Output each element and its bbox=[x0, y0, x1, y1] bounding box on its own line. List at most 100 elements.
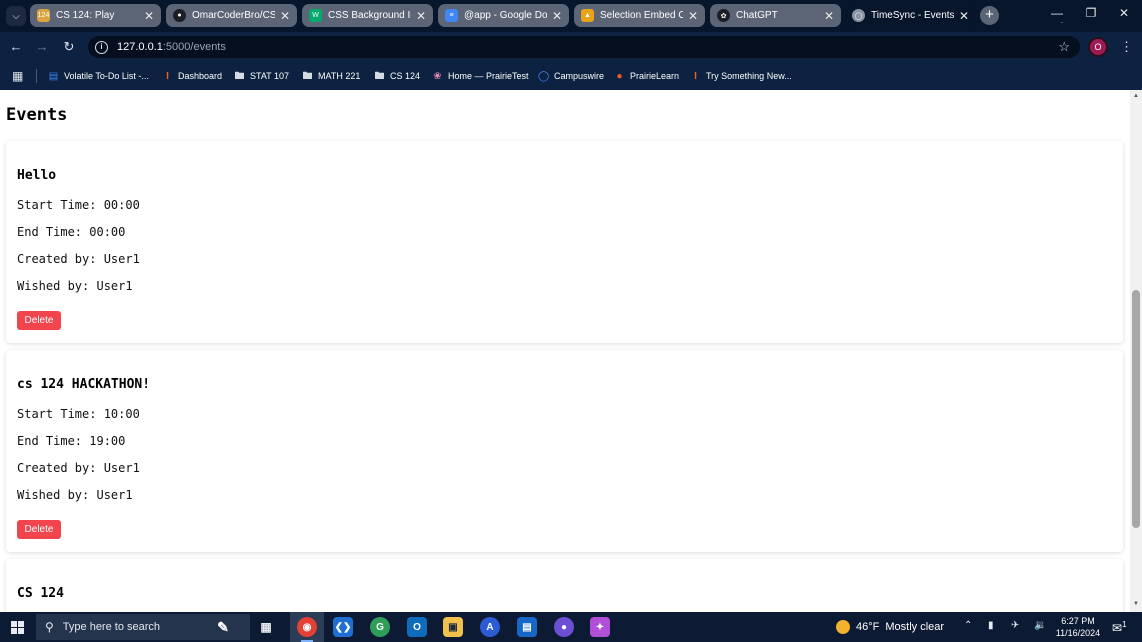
event-card: cs 124 HACKATHON! Start Time: 10:00 End … bbox=[6, 350, 1123, 552]
word-icon[interactable]: ▤ bbox=[517, 617, 537, 637]
chrome-icon[interactable]: ◉ bbox=[297, 617, 317, 637]
clock-date: 11/16/2024 bbox=[1055, 628, 1101, 638]
notification-icon[interactable]: ✉1 bbox=[1112, 620, 1127, 635]
tab-timesync-events[interactable]: ◯ TimeSync - Events ✕ bbox=[845, 4, 976, 27]
bookmark-dashboard[interactable]: I Dashboard bbox=[162, 68, 222, 84]
discord-icon[interactable]: ● bbox=[554, 617, 574, 637]
battery-icon[interactable]: ▮ bbox=[988, 620, 994, 631]
bookmark-cs124[interactable]: 🖿 CS 124 bbox=[374, 68, 421, 84]
profile-avatar[interactable]: O bbox=[1088, 37, 1108, 57]
weather-description: Mostly clear bbox=[885, 621, 945, 633]
scroll-down-icon[interactable]: ▼ bbox=[1132, 601, 1140, 607]
close-icon[interactable]: ✕ bbox=[551, 9, 563, 23]
url-path: :5000/events bbox=[162, 41, 226, 53]
weather-icon bbox=[836, 620, 850, 634]
task-view-icon[interactable]: ▦ bbox=[256, 617, 276, 637]
close-icon[interactable]: ✕ bbox=[687, 9, 699, 23]
clock-time: 6:27 PM bbox=[1061, 616, 1095, 626]
bookmark-star-icon[interactable]: ☆ bbox=[1058, 39, 1070, 55]
bookmark-math221[interactable]: 🖿 MATH 221 bbox=[302, 68, 361, 84]
google-docs-icon: ≡ bbox=[445, 9, 458, 22]
event-end-time: End Time: 19:00 bbox=[17, 434, 126, 448]
bookmark-campuswire[interactable]: ◯ Campuswire bbox=[538, 68, 604, 84]
search-highlight-icon: ✎ bbox=[217, 618, 229, 635]
chrome-profile-icon[interactable]: G bbox=[370, 617, 390, 637]
w3schools-icon: W bbox=[309, 9, 322, 22]
folder-icon: 🖿 bbox=[374, 70, 385, 82]
bookmark-try-something-new[interactable]: I Try Something New... bbox=[690, 68, 792, 84]
tab-cs124-play[interactable]: 124 CS 124: Play ✕ bbox=[30, 4, 161, 27]
event-card: Hello Start Time: 00:00 End Time: 00:00 … bbox=[6, 141, 1123, 343]
outlook-icon[interactable]: O bbox=[407, 617, 427, 637]
delete-button[interactable]: Delete bbox=[17, 520, 61, 539]
tab-selection-embed[interactable]: ▲ Selection Embed Cop ✕ bbox=[574, 4, 705, 27]
page-scrollbar[interactable]: ▲ ▼ bbox=[1130, 90, 1142, 612]
event-start-time: Start Time: 00:00 bbox=[17, 198, 140, 212]
browser-menu-icon[interactable]: ⋮ bbox=[1120, 39, 1133, 55]
minimize-icon[interactable]: — bbox=[1047, 6, 1067, 20]
event-end-time: End Time: 00:00 bbox=[17, 225, 126, 239]
vscode-icon[interactable]: ❮❯ bbox=[333, 617, 353, 637]
site-info-icon[interactable]: i bbox=[95, 40, 108, 54]
github-icon: ● bbox=[173, 9, 186, 22]
tab-css-background[interactable]: W CSS Background Ima ✕ bbox=[302, 4, 433, 27]
notification-count: 1 bbox=[1122, 620, 1127, 629]
prairielearn-icon: ● bbox=[616, 70, 623, 82]
close-icon[interactable]: ✕ bbox=[415, 9, 427, 23]
tab-chatgpt[interactable]: ✿ ChatGPT ✕ bbox=[710, 4, 841, 27]
close-icon[interactable]: ✕ bbox=[279, 9, 291, 23]
folder-icon: 🖿 bbox=[302, 70, 313, 82]
illinois-icon: I bbox=[694, 70, 697, 82]
illinois-icon: I bbox=[166, 70, 169, 82]
copilot-icon[interactable]: ✦ bbox=[590, 617, 610, 637]
close-icon[interactable]: ✕ bbox=[143, 9, 155, 23]
cs124-icon: 124 bbox=[37, 9, 50, 22]
event-wished-by: Wished by: User1 bbox=[17, 488, 133, 502]
event-start-time: Start Time: 10:00 bbox=[17, 407, 140, 421]
scrollbar-thumb[interactable] bbox=[1132, 290, 1140, 528]
app-store-icon[interactable]: A bbox=[480, 617, 500, 637]
close-icon[interactable]: ✕ bbox=[823, 9, 835, 23]
browser-tab-strip: ⌵ 124 CS 124: Play ✕ ● OmarCoderBro/CS-1… bbox=[0, 0, 1142, 32]
windows-start-icon[interactable] bbox=[11, 621, 24, 634]
bookmark-prairietest[interactable]: ❀ Home — PrairieTest bbox=[432, 68, 528, 84]
bookmark-volatile-todo[interactable]: ▤ Volatile To-Do List -... bbox=[48, 68, 149, 84]
address-bar[interactable]: i 127.0.0.1:5000/events ☆ bbox=[88, 36, 1080, 58]
bookmark-stat107[interactable]: 🖿 STAT 107 bbox=[234, 68, 290, 84]
tab-google-docs[interactable]: ≡ @app - Google Docs ✕ bbox=[438, 4, 569, 27]
chevron-up-icon[interactable]: ⌃ bbox=[964, 620, 972, 631]
event-created-by: Created by: User1 bbox=[17, 461, 140, 475]
event-title: cs 124 HACKATHON! bbox=[17, 377, 151, 392]
new-tab-button[interactable]: + bbox=[980, 6, 999, 25]
chatgpt-icon: ✿ bbox=[717, 9, 730, 22]
browser-toolbar: ← → ↻ i 127.0.0.1:5000/events ☆ O ⋮ bbox=[0, 32, 1142, 62]
campuswire-icon: ◯ bbox=[538, 70, 550, 82]
tab-search-chevron-icon[interactable]: ⌵ bbox=[6, 6, 26, 26]
restore-icon[interactable]: ❐ bbox=[1081, 6, 1101, 20]
weather-temperature: 46°F bbox=[856, 621, 880, 633]
event-created-by: Created by: User1 bbox=[17, 252, 140, 266]
event-card: CS 124 bbox=[6, 559, 1123, 612]
reload-icon[interactable]: ↻ bbox=[61, 39, 77, 55]
docs-icon: ▤ bbox=[48, 70, 59, 82]
bookmark-prairielearn[interactable]: ● PrairieLearn bbox=[614, 68, 679, 84]
page-viewport: Events Hello Start Time: 00:00 End Time:… bbox=[0, 90, 1130, 612]
windows-taskbar: ⚲ Type here to search ✎ ▦ ◉ ❮❯ G O ▣ A ▤… bbox=[0, 612, 1142, 642]
weather-widget[interactable]: 46°F Mostly clear bbox=[836, 620, 944, 634]
file-explorer-icon[interactable]: ▣ bbox=[443, 617, 463, 637]
window-close-icon[interactable]: ✕ bbox=[1114, 6, 1134, 20]
apps-grid-icon[interactable]: ▦ bbox=[12, 69, 23, 83]
event-title: Hello bbox=[17, 168, 57, 183]
back-arrow-icon[interactable]: ← bbox=[8, 39, 24, 54]
search-icon: ⚲ bbox=[45, 620, 54, 634]
delete-button[interactable]: Delete bbox=[17, 311, 61, 330]
volume-icon[interactable]: 🔉 bbox=[1034, 620, 1046, 631]
forward-arrow-icon[interactable]: → bbox=[34, 39, 50, 54]
event-wished-by: Wished by: User1 bbox=[17, 279, 133, 293]
close-icon[interactable]: ✕ bbox=[958, 9, 970, 23]
network-icon[interactable]: ✈ bbox=[1011, 620, 1019, 631]
page-title: Events bbox=[6, 105, 68, 125]
taskbar-clock[interactable]: 6:27 PM 11/16/2024 bbox=[1054, 615, 1102, 639]
scroll-up-icon[interactable]: ▲ bbox=[1132, 93, 1140, 99]
tab-github[interactable]: ● OmarCoderBro/CS-1 ✕ bbox=[166, 4, 297, 27]
